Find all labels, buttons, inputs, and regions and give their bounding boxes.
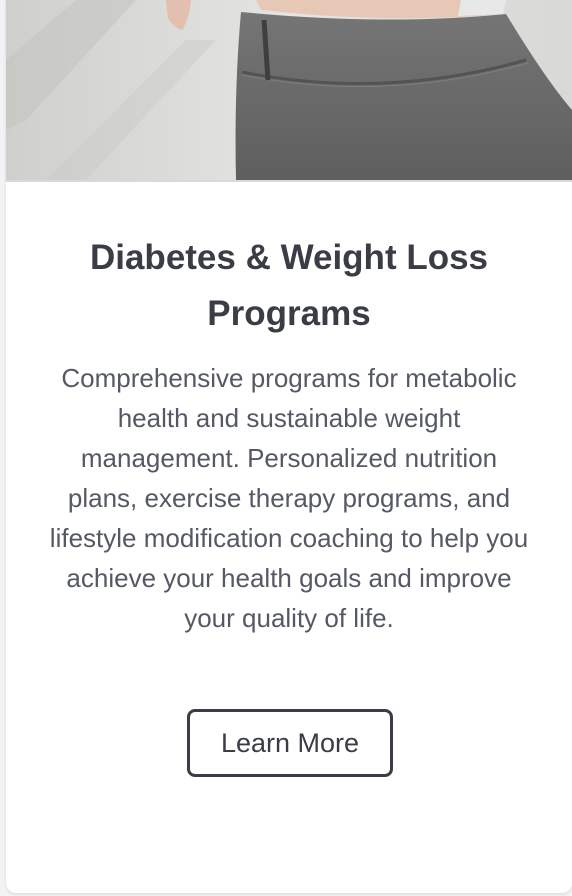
learn-more-button[interactable]: Learn More [187,709,393,777]
card-description: Comprehensive programs for metabolic hea… [49,363,529,633]
program-card: Diabetes & Weight Loss Programs Comprehe… [6,0,572,893]
hero-image [6,0,572,182]
hero-photo-icon [6,0,572,180]
card-title: Diabetes & Weight Loss Programs [89,238,489,333]
